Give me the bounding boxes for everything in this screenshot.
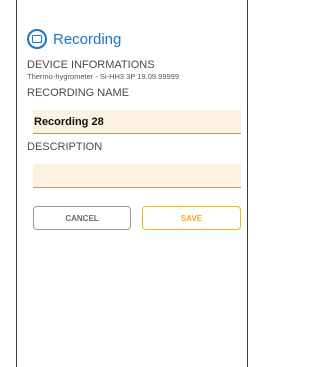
app-screen: Recording DEVICE INFORMATIONS Thermo-hyg… xyxy=(16,0,248,367)
device-informations-value: Thermo-hygrometer - Si-HH3 3P 19.09.9999… xyxy=(27,72,180,81)
description-input[interactable] xyxy=(33,164,241,187)
page-header: Recording xyxy=(27,26,121,52)
recording-icon xyxy=(27,29,47,49)
description-label: DESCRIPTION xyxy=(27,141,103,153)
description-field[interactable] xyxy=(33,164,241,188)
page-title: Recording xyxy=(53,30,122,48)
cancel-button[interactable]: CANCEL xyxy=(33,206,131,230)
recording-name-label: RECORDING NAME xyxy=(27,87,130,99)
save-button[interactable]: SAVE xyxy=(142,206,241,230)
recording-name-field[interactable] xyxy=(33,110,241,134)
recording-name-input[interactable] xyxy=(33,110,241,133)
device-informations-label: DEVICE INFORMATIONS xyxy=(27,59,155,71)
